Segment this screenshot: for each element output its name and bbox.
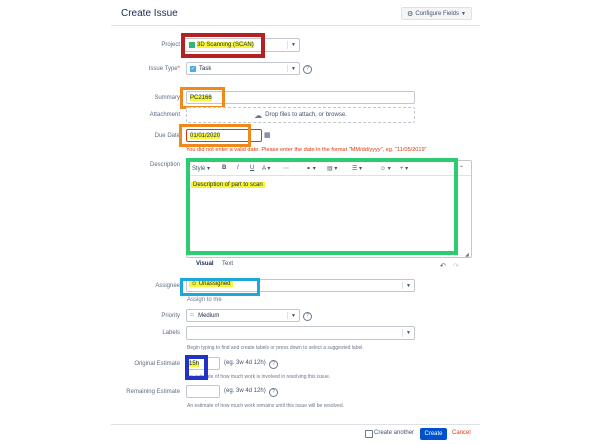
issue-type-value: Task bbox=[199, 65, 212, 72]
attachment-label: Attachment bbox=[149, 112, 180, 118]
assignee-highlight-box bbox=[180, 278, 260, 296]
gear-icon: ⚙ bbox=[407, 10, 414, 18]
create-another-label: Create another bbox=[374, 430, 415, 436]
help-icon[interactable]: ? bbox=[303, 312, 312, 321]
original-estimate-example: (eg. 3w 4d 12h) bbox=[224, 360, 266, 366]
remaining-estimate-help-text: An estimate of how much work remains unt… bbox=[187, 403, 345, 409]
priority-value: Medium bbox=[198, 312, 220, 319]
description-highlight-box bbox=[186, 158, 458, 255]
summary-label: Summary bbox=[154, 95, 180, 101]
remaining-estimate-input[interactable] bbox=[186, 385, 220, 398]
assign-to-me-link[interactable]: Assign to me bbox=[187, 297, 222, 303]
chevron-down-icon: ▼ bbox=[406, 282, 411, 289]
tab-visual[interactable]: Visual bbox=[196, 261, 214, 267]
header-divider bbox=[111, 25, 480, 26]
task-icon: ✓ bbox=[190, 65, 196, 72]
help-icon[interactable]: ? bbox=[269, 360, 278, 369]
remaining-estimate-example: (eg. 3w 4d 12h) bbox=[224, 388, 266, 394]
chevron-down-icon: ▼ bbox=[291, 65, 296, 72]
issue-type-select[interactable]: ✓ Task ▼ bbox=[186, 62, 300, 75]
upload-cloud-icon: ☁ bbox=[254, 110, 263, 120]
calendar-icon[interactable]: ▦ bbox=[264, 131, 271, 139]
create-another-checkbox[interactable] bbox=[365, 430, 373, 438]
browse-link[interactable]: browse. bbox=[326, 112, 347, 118]
tab-text[interactable]: Text bbox=[222, 261, 233, 267]
attachment-dropzone[interactable]: ☁ Drop files to attach, or browse. bbox=[186, 107, 415, 123]
chevron-down-icon: ▼ bbox=[291, 42, 296, 48]
remaining-estimate-label: Remaining Estimate bbox=[126, 389, 180, 395]
configure-fields-button[interactable]: ⚙ Configure Fields ▼ bbox=[401, 7, 472, 20]
attachment-text: Drop files to attach, or bbox=[265, 112, 324, 118]
description-label: Description bbox=[149, 162, 180, 168]
project-label: Project bbox=[161, 42, 180, 48]
labels-help-text: Begin typing to find and create labels o… bbox=[187, 345, 364, 351]
undo-icon[interactable]: ↶ bbox=[440, 262, 446, 270]
help-icon[interactable]: ? bbox=[303, 65, 312, 74]
chevron-down-icon: ▼ bbox=[406, 330, 411, 336]
original-estimate-highlight-box bbox=[185, 355, 208, 380]
labels-label: Labels bbox=[162, 330, 180, 336]
due-date-highlight-box bbox=[179, 124, 251, 147]
labels-input[interactable]: ▼ bbox=[186, 326, 415, 340]
chevron-down-icon: ▼ bbox=[461, 10, 466, 17]
help-icon[interactable]: ? bbox=[269, 388, 278, 397]
create-button[interactable]: Create bbox=[420, 428, 447, 440]
chevron-down-icon: ▼ bbox=[291, 312, 296, 319]
collapse-toolbar-icon[interactable]: ⌃ bbox=[459, 165, 464, 172]
dialog-title: Create Issue bbox=[121, 8, 178, 19]
due-date-error: You did not enter a valid date. Please e… bbox=[186, 147, 427, 153]
footer-divider bbox=[111, 424, 480, 425]
priority-label: Priority bbox=[161, 313, 180, 319]
resize-handle-icon[interactable]: ◢ bbox=[465, 252, 469, 258]
cancel-link[interactable]: Cancel bbox=[452, 430, 471, 436]
summary-highlight-box bbox=[180, 87, 225, 109]
configure-fields-label: Configure Fields bbox=[415, 10, 459, 17]
original-estimate-help-text: An estimate of how much work is involved… bbox=[187, 374, 331, 380]
project-highlight-box bbox=[181, 33, 265, 58]
issue-type-label: Issue Type* bbox=[148, 66, 180, 72]
redo-icon[interactable]: ↷ bbox=[453, 262, 459, 270]
original-estimate-label: Original Estimate bbox=[134, 361, 180, 367]
priority-medium-icon: = bbox=[190, 312, 195, 319]
due-date-label: Due Date bbox=[154, 133, 180, 139]
priority-select[interactable]: = Medium ▼ bbox=[186, 309, 300, 322]
assignee-label: Assignee bbox=[155, 283, 180, 289]
